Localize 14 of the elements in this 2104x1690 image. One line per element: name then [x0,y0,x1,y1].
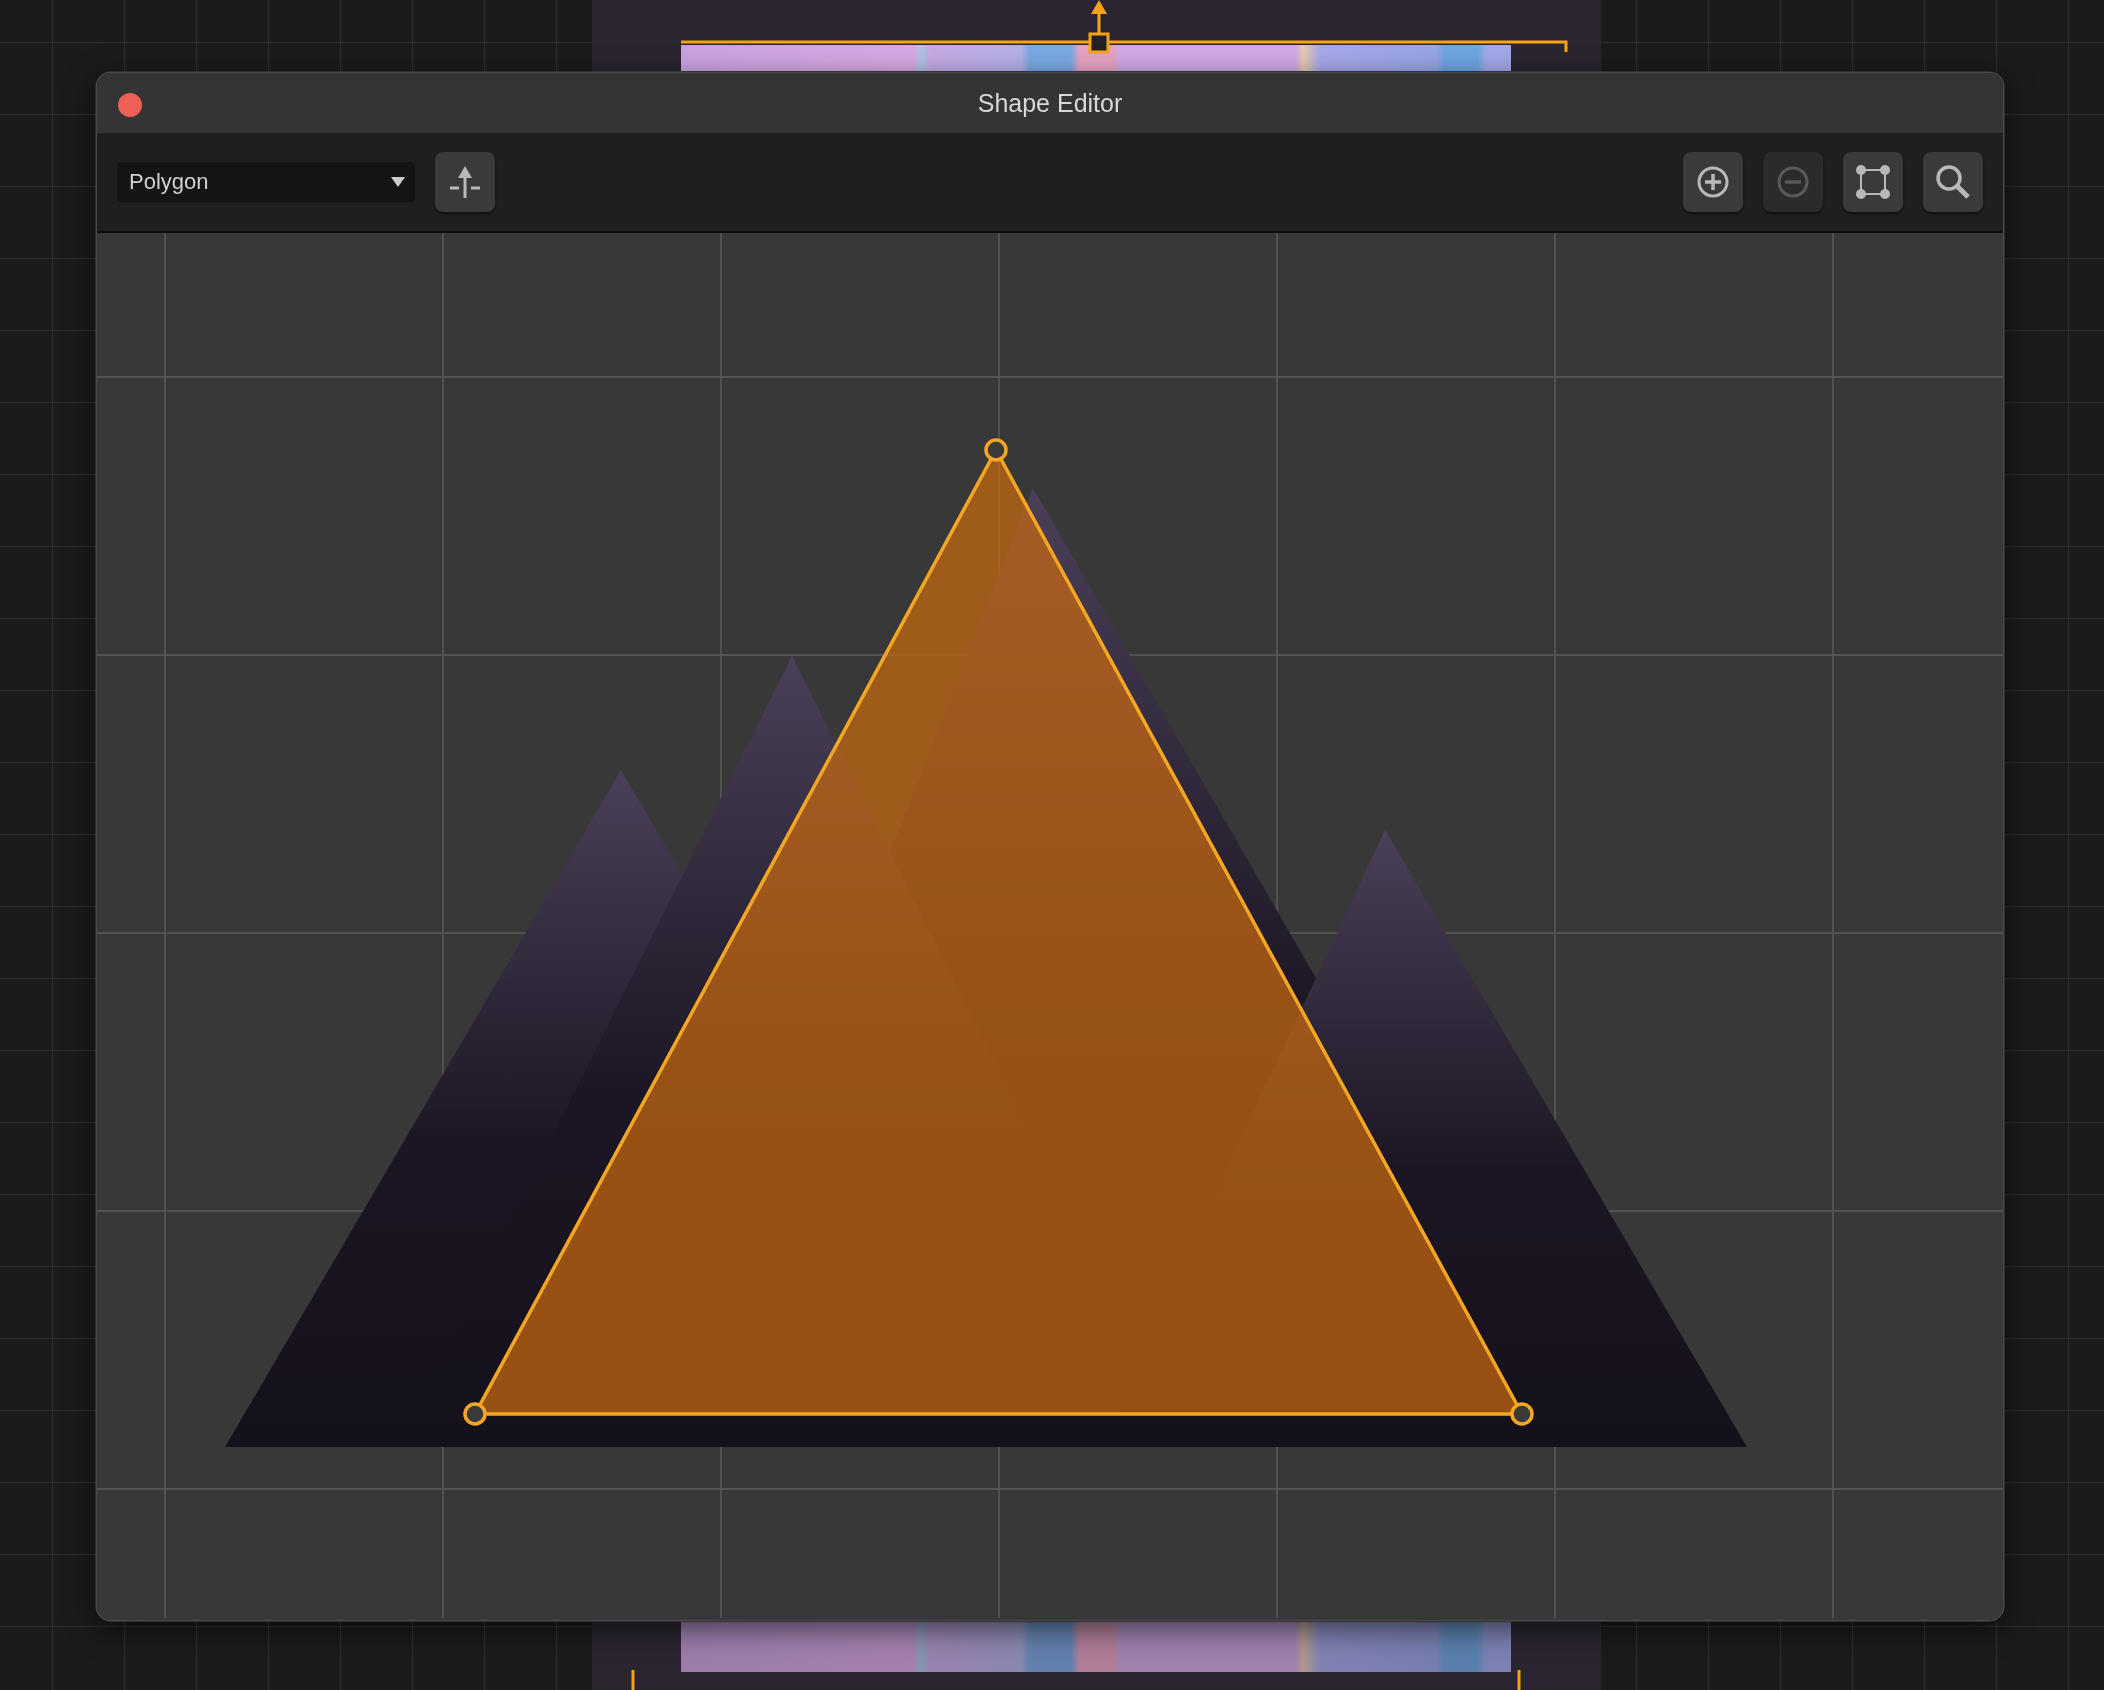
shape-type-dropdown[interactable]: Polygon [117,162,415,202]
insert-point-button[interactable] [435,152,495,212]
bounding-box-icon [1855,164,1891,200]
search-button[interactable] [1923,152,1983,212]
caret-icon [391,177,405,187]
zoom-in-button[interactable] [1683,152,1743,212]
arrow-up-icon [448,164,482,200]
close-button[interactable] [118,93,142,117]
window-title: Shape Editor [977,88,1123,118]
plus-circle-icon [1696,165,1730,199]
fit-button[interactable] [1843,152,1903,212]
minus-circle-icon [1776,165,1810,199]
search-icon [1935,164,1971,200]
triangle-shape[interactable] [463,438,1534,1426]
